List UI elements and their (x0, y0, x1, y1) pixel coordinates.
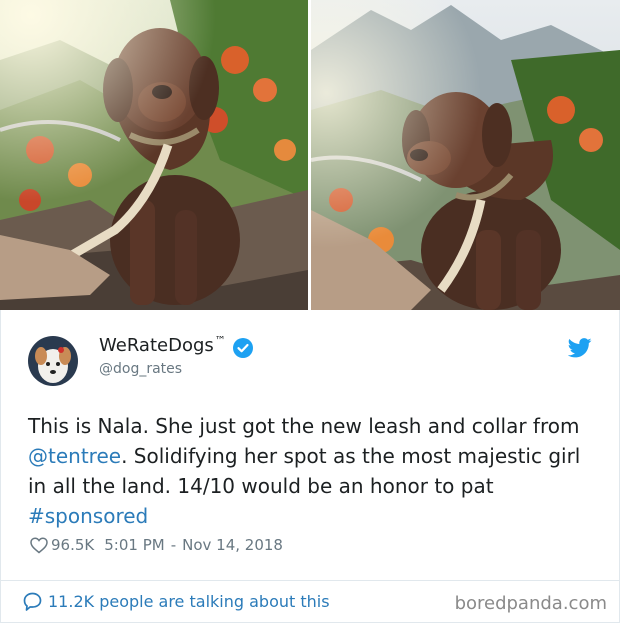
tweet-card: WeRateDogs™ @dog_rates This is Nala. She… (0, 310, 620, 623)
user-handle[interactable]: @dog_rates (99, 361, 182, 377)
mention-link[interactable]: @tentree (28, 444, 121, 468)
display-name-text[interactable]: WeRateDogs (99, 335, 214, 356)
verified-badge-icon (233, 338, 253, 358)
speech-bubble-icon (23, 592, 42, 611)
trademark-symbol: ™ (214, 334, 226, 347)
watermark: boredpanda.com (454, 593, 607, 614)
photo-grid (0, 0, 620, 310)
tweet-time[interactable]: 5:01 PM (104, 536, 164, 554)
dog-photo-left[interactable] (0, 0, 308, 310)
dog-photo-right[interactable] (311, 0, 620, 310)
people-talking-link[interactable]: 11.2K people are talking about this (23, 592, 330, 611)
twitter-bird-icon[interactable] (567, 338, 592, 358)
people-talking-text[interactable]: 11.2K people are talking about this (48, 592, 330, 611)
avatar[interactable] (28, 336, 78, 386)
like-count[interactable]: 96.5K (51, 536, 94, 554)
tweet-text: This is Nala. She just got the new leash… (28, 411, 598, 531)
heart-icon[interactable] (30, 536, 48, 554)
card-divider (1, 580, 619, 581)
tweet-text-part-1: This is Nala. She just got the new leash… (28, 414, 580, 438)
tweet-meta: 96.5K 5:01 PM - Nov 14, 2018 (30, 536, 283, 554)
display-name[interactable]: WeRateDogs™ (99, 334, 226, 356)
meta-separator: - (170, 536, 177, 554)
tweet-date[interactable]: Nov 14, 2018 (182, 536, 283, 554)
hashtag-link[interactable]: #sponsored (28, 504, 148, 528)
